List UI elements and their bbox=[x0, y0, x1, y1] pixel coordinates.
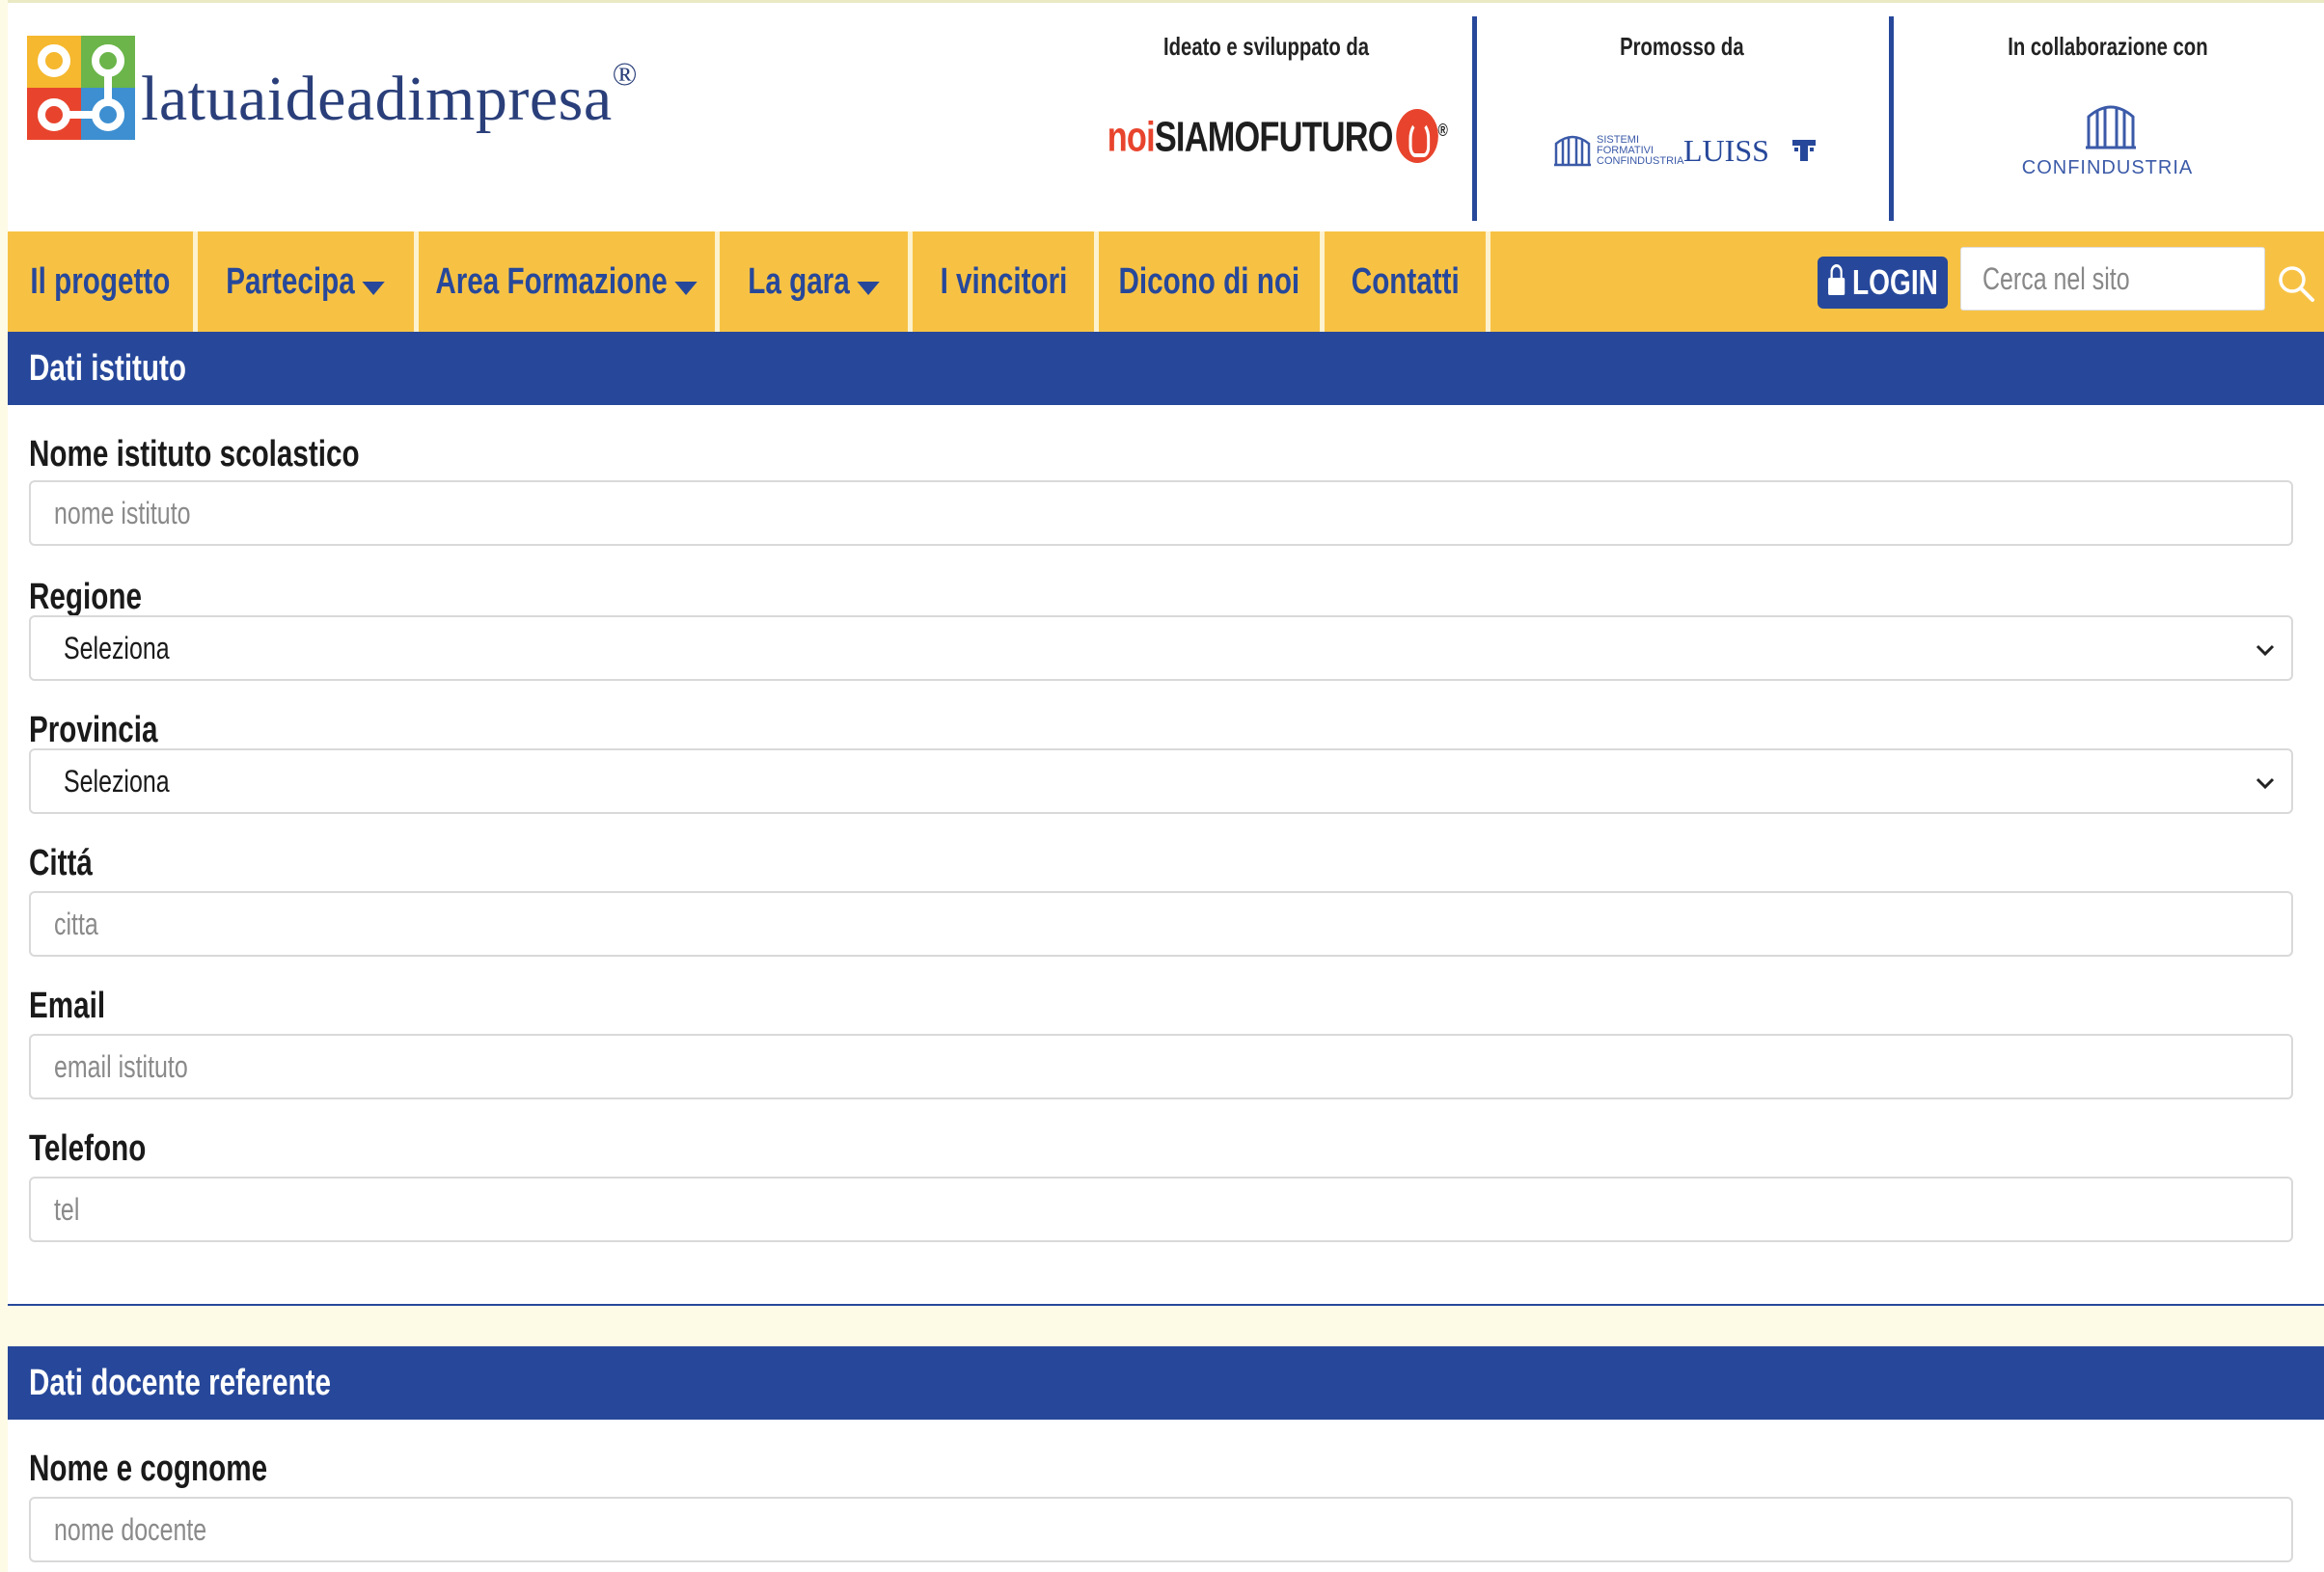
section-title: Dati docente referente bbox=[8, 1346, 2324, 1420]
noisiamofuturo-rest: SIAMOFUTURO bbox=[1154, 113, 1394, 161]
collab-label: In collaborazione con bbox=[2007, 32, 2208, 61]
noisiamofuturo-noi: noi bbox=[1107, 113, 1156, 161]
noisiamofuturo-registered: ® bbox=[1437, 120, 1448, 140]
noisiamofuturo-logo[interactable]: noiSIAMOFUTURO ® bbox=[1059, 109, 1474, 167]
nav-item-contatti[interactable]: Contatti bbox=[1325, 231, 1490, 332]
developed-label: Ideato e sviluppato da bbox=[1163, 32, 1370, 61]
search-placeholder: Cerca nel sito bbox=[1982, 260, 2130, 296]
field-label-provincia: Provincia bbox=[29, 710, 158, 750]
lock-icon bbox=[1827, 264, 1845, 295]
nav-label: Dicono di noi bbox=[1118, 260, 1300, 302]
nav-label: Area Formazione bbox=[435, 260, 669, 302]
nav-label: I vincitori bbox=[940, 260, 1067, 302]
nav-item-la-gara[interactable]: La gara bbox=[720, 231, 913, 332]
confindustria-emblem-icon[interactable] bbox=[2083, 99, 2139, 153]
search-icon[interactable] bbox=[2277, 264, 2315, 303]
regione-select[interactable]: Seleziona bbox=[29, 615, 2293, 681]
field-label-email: Email bbox=[29, 986, 106, 1026]
login-button[interactable]: LOGIN bbox=[1818, 257, 1948, 309]
sfc-text: SISTEMI FORMATIVI CONFINDUSTRIA bbox=[1597, 133, 1684, 167]
caret-down-icon bbox=[674, 281, 698, 295]
field-label-citta: Cittá bbox=[29, 843, 93, 883]
email-istituto-input[interactable]: email istituto bbox=[29, 1034, 2293, 1099]
field-label-telefono: Telefono bbox=[29, 1128, 147, 1169]
nav-item-partecipa[interactable]: Partecipa bbox=[198, 231, 419, 332]
partner-promoted: Promosso da SISTEMI FORMATIVI CONFINDUST… bbox=[1472, 16, 1886, 221]
nav-item-i-vincitori[interactable]: I vincitori bbox=[913, 231, 1099, 332]
confindustria-text: CONFINDUSTRIA bbox=[2021, 157, 2194, 178]
chevron-down-icon bbox=[2256, 777, 2275, 790]
section-dati-docente: Dati docente referente Nome e cognome no… bbox=[8, 1346, 2324, 1572]
section-title: Dati istituto bbox=[8, 332, 2324, 405]
nav-item-area-formazione[interactable]: Area Formazione bbox=[419, 231, 720, 332]
search-input[interactable]: Cerca nel sito bbox=[1960, 247, 2265, 311]
luiss-logo[interactable]: LUISS bbox=[1683, 133, 1769, 169]
section-dati-istituto: Dati istituto Nome istituto scolastico n… bbox=[8, 332, 2324, 1306]
promoted-label: Promosso da bbox=[1619, 32, 1744, 61]
nav-label: Contatti bbox=[1351, 260, 1460, 302]
nome-istituto-input[interactable]: nome istituto bbox=[29, 480, 2293, 546]
provincia-select[interactable]: Seleziona bbox=[29, 748, 2293, 814]
partner-developed: Ideato e sviluppato da noiSIAMOFUTURO ® bbox=[1059, 16, 1474, 221]
brand-wordmark[interactable]: latuaideadimpresa® bbox=[141, 57, 638, 136]
main-nav: Il progetto Partecipa Area Formazione La… bbox=[8, 231, 2324, 332]
nav-label: Partecipa bbox=[226, 260, 356, 302]
brand-name: latuaideadimpresa bbox=[141, 64, 613, 134]
luiss-emblem-icon bbox=[1791, 140, 1816, 161]
nav-label: Il progetto bbox=[30, 260, 171, 302]
site-header: latuaideadimpresa® Ideato e sviluppato d… bbox=[8, 0, 2324, 234]
field-label-regione: Regione bbox=[29, 577, 142, 617]
caret-down-icon bbox=[857, 281, 880, 295]
nav-item-il-progetto[interactable]: Il progetto bbox=[8, 231, 198, 332]
login-label: LOGIN bbox=[1851, 262, 1938, 302]
telefono-input[interactable]: tel bbox=[29, 1177, 2293, 1242]
nav-item-dicono-di-noi[interactable]: Dicono di noi bbox=[1099, 231, 1325, 332]
field-label-nome-cognome: Nome e cognome bbox=[29, 1449, 268, 1489]
field-label-nome-istituto: Nome istituto scolastico bbox=[29, 434, 360, 474]
sfc-emblem-icon[interactable] bbox=[1552, 132, 1593, 169]
noisiamofuturo-badge-icon bbox=[1395, 109, 1438, 163]
nav-label: La gara bbox=[748, 260, 850, 302]
brand-logo-icon[interactable] bbox=[27, 36, 135, 140]
caret-down-icon bbox=[362, 281, 386, 295]
chevron-down-icon bbox=[2256, 644, 2275, 657]
promoted-logos: SISTEMI FORMATIVI CONFINDUSTRIA LUISS bbox=[1552, 132, 1818, 169]
registered-mark: ® bbox=[612, 57, 638, 93]
citta-input[interactable]: citta bbox=[29, 891, 2293, 957]
nome-docente-input[interactable]: nome docente bbox=[29, 1497, 2293, 1562]
partner-collaboration: In collaborazione con CONFINDUSTRIA bbox=[1889, 16, 2321, 221]
